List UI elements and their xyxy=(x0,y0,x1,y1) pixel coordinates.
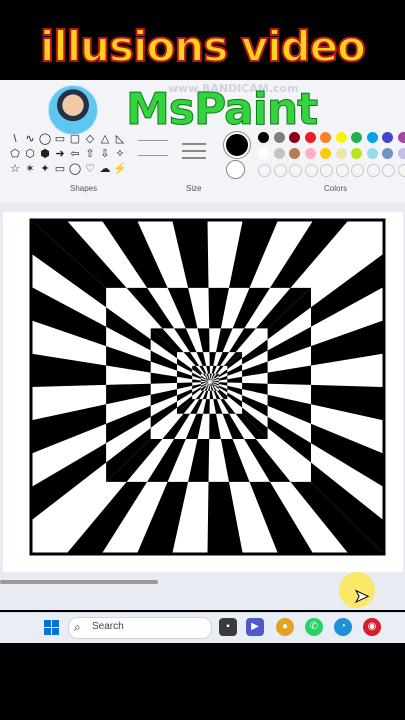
whatsapp-icon[interactable]: ✆ xyxy=(305,618,323,636)
four-point-star-tool[interactable]: ✧ xyxy=(113,147,127,161)
secondary-color-swatch[interactable] xyxy=(226,160,245,179)
size-picker[interactable] xyxy=(182,138,206,159)
palette-swatch[interactable] xyxy=(366,132,378,143)
callout-rect-tool[interactable]: ▭ xyxy=(53,162,67,176)
palette-swatch[interactable] xyxy=(273,148,285,159)
pentagon-tool[interactable]: ⬠ xyxy=(8,147,22,161)
mouse-pointer-icon: ➤ xyxy=(353,586,370,606)
palette-swatch[interactable] xyxy=(320,132,331,143)
palette-swatch[interactable] xyxy=(397,148,405,159)
drawing-canvas[interactable] xyxy=(3,212,403,572)
palette-swatch[interactable] xyxy=(382,164,395,177)
taskbar-search-box[interactable] xyxy=(68,617,212,639)
video-title: illusions video xyxy=(39,21,367,72)
colors-group-label: Colors xyxy=(324,184,348,193)
palette-swatch[interactable] xyxy=(351,148,362,159)
mspaint-caption: MsPaint xyxy=(125,84,318,136)
search-icon: ⌕ xyxy=(74,620,81,634)
palette-swatch[interactable] xyxy=(366,148,378,159)
palette-swatch[interactable] xyxy=(351,132,362,143)
right-triangle-tool[interactable]: ◺ xyxy=(113,132,127,146)
palette-swatch[interactable] xyxy=(304,132,316,143)
line-tool[interactable]: \ xyxy=(8,132,22,146)
chrome-icon[interactable]: ● xyxy=(276,618,294,636)
palette-swatch[interactable] xyxy=(335,132,347,143)
cloud-tool[interactable]: ☁ xyxy=(98,162,112,176)
palette-swatch[interactable] xyxy=(258,148,269,159)
rounded-rectangle-tool[interactable]: ▢ xyxy=(68,132,82,146)
palette-swatch[interactable] xyxy=(289,164,302,177)
down-arrow-tool[interactable]: ⇩ xyxy=(98,147,112,161)
right-arrow-tool[interactable]: ➜ xyxy=(53,147,67,161)
bandicam-icon[interactable]: ◉ xyxy=(363,618,381,636)
palette-swatch[interactable] xyxy=(258,164,271,177)
palette-swatch[interactable] xyxy=(273,164,287,177)
up-arrow-tool[interactable]: ⇧ xyxy=(83,147,97,161)
avatar xyxy=(48,85,98,135)
edge-icon[interactable]: ◔ xyxy=(334,618,352,636)
callout-oval-tool[interactable]: ◯ xyxy=(68,162,82,176)
left-arrow-tool[interactable]: ⇦ xyxy=(68,147,82,161)
outline-fill-options[interactable] xyxy=(138,134,168,178)
five-point-star-tool[interactable]: ☆ xyxy=(8,162,22,176)
diamond-tool[interactable]: ◇ xyxy=(83,132,97,146)
palette-swatch[interactable] xyxy=(304,164,318,177)
palette-swatch[interactable] xyxy=(289,132,300,143)
curve-tool[interactable]: ∿ xyxy=(23,132,37,146)
palette-swatch[interactable] xyxy=(397,164,405,177)
triangle-tool[interactable]: △ xyxy=(98,132,112,146)
palette-swatch[interactable] xyxy=(366,164,380,177)
palette-swatch[interactable] xyxy=(304,148,316,159)
palette-swatch[interactable] xyxy=(351,164,364,177)
palette-swatch[interactable] xyxy=(382,148,393,159)
palette-swatch[interactable] xyxy=(273,132,285,143)
sparkle-tool[interactable]: ✦ xyxy=(38,162,52,176)
shapes-gallery: \ ∿ ◯ ▭ ▢ ◇ △ ◺ ⬠ ⬡ ⬢ ➜ ⇦ ⇧ ⇩ ✧ ☆ ✶ ✦ ▭ … xyxy=(8,132,127,176)
octagon-tool[interactable]: ⬢ xyxy=(38,147,52,161)
heart-tool[interactable]: ♡ xyxy=(83,162,97,176)
six-point-star-tool[interactable]: ✶ xyxy=(23,162,37,176)
search-placeholder: Search xyxy=(92,621,124,632)
palette-swatch[interactable] xyxy=(289,148,300,159)
windows-start-icon[interactable] xyxy=(44,620,59,635)
hexagon-tool[interactable]: ⬡ xyxy=(23,147,37,161)
palette-swatch[interactable] xyxy=(382,132,393,143)
palette-swatch[interactable] xyxy=(335,148,347,159)
teams-icon[interactable]: ▶ xyxy=(246,618,264,636)
checkerboard-tunnel-drawing xyxy=(29,218,386,556)
palette-swatch[interactable] xyxy=(320,148,331,159)
horizontal-scrollbar[interactable] xyxy=(0,580,158,584)
rectangle-tool[interactable]: ▭ xyxy=(53,132,67,146)
oval-tool[interactable]: ◯ xyxy=(38,132,52,146)
color-palette xyxy=(258,132,405,177)
shapes-group-label: Shapes xyxy=(70,184,98,193)
lightning-tool[interactable]: ⚡ xyxy=(113,162,127,176)
palette-swatch[interactable] xyxy=(335,164,349,177)
palette-swatch[interactable] xyxy=(397,132,405,143)
palette-swatch[interactable] xyxy=(258,132,269,143)
palette-swatch[interactable] xyxy=(320,164,333,177)
file-explorer-icon[interactable]: ▪ xyxy=(219,618,237,636)
primary-color-swatch[interactable] xyxy=(224,132,250,158)
size-group-label: Size xyxy=(186,184,202,193)
